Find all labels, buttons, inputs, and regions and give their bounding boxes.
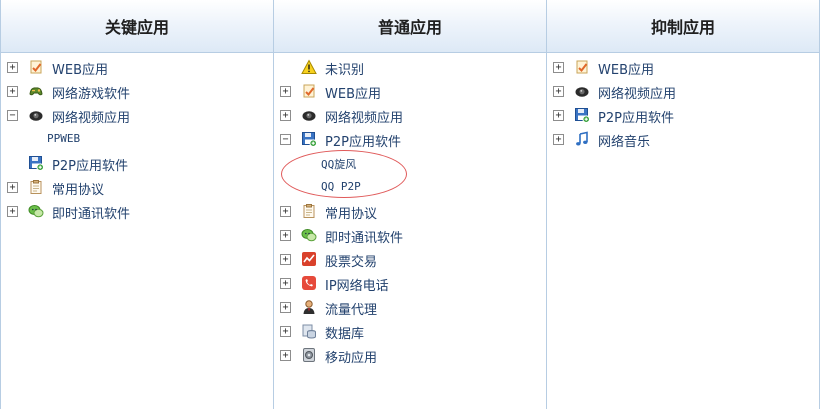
tree-item-label[interactable]: QQ旋风 <box>321 156 356 172</box>
tree-item-label[interactable]: 未识别 <box>325 59 364 78</box>
tree-item-label[interactable]: 股票交易 <box>325 251 377 270</box>
game-icon <box>28 83 44 99</box>
chat-icon <box>301 227 317 243</box>
tree-item-label[interactable]: WEB应用 <box>598 59 654 78</box>
expand-toggle[interactable]: + <box>280 206 291 217</box>
tree-item-label[interactable]: 移动应用 <box>325 347 377 366</box>
note-check-icon <box>28 59 44 75</box>
expand-toggle[interactable]: + <box>7 206 18 217</box>
tree-row: + 股票交易 <box>274 248 546 270</box>
tree-item-label[interactable]: 网络视频应用 <box>598 83 676 102</box>
expand-toggle[interactable]: + <box>553 86 564 97</box>
tree-item-label[interactable]: 常用协议 <box>52 179 104 198</box>
tree-item-label[interactable]: 网络音乐 <box>598 131 650 150</box>
column-suppressed-apps: 抑制应用 + WEB应用 + 网络视频应用 + P2P应用软件 + 网络音乐 <box>547 0 820 409</box>
camera-icon <box>28 107 44 123</box>
user-proxy-icon <box>301 299 317 315</box>
tree-row: + 网络游戏软件 <box>1 80 273 102</box>
note-check-icon <box>301 83 317 99</box>
tree-row: − P2P应用软件 <box>274 128 546 150</box>
clipboard-icon <box>28 179 44 195</box>
tree-row: + IP网络电话 <box>274 272 546 294</box>
mobile-icon <box>301 347 317 363</box>
tree-row: 未识别 <box>274 56 546 78</box>
tree-row: + 流量代理 <box>274 296 546 318</box>
expand-toggle[interactable]: + <box>7 86 18 97</box>
tree-item-label[interactable]: 即时通讯软件 <box>325 227 403 246</box>
expand-toggle[interactable]: + <box>280 302 291 313</box>
tree-row: + 常用协议 <box>274 200 546 222</box>
column-key-apps: 关键应用 + WEB应用 + 网络游戏软件 − 网络视频应用 PPWEB P2P应用软件 + 常用… <box>0 0 274 409</box>
tree-row: + 网络视频应用 <box>547 80 819 102</box>
tree-row: QQ P2P <box>274 176 546 198</box>
tree-row: + P2P应用软件 <box>547 104 819 126</box>
expand-toggle[interactable]: + <box>280 86 291 97</box>
tree-item-label[interactable]: 常用协议 <box>325 203 377 222</box>
tree-row: + 常用协议 <box>1 176 273 198</box>
tree-item-label[interactable]: P2P应用软件 <box>52 155 128 174</box>
tree-row: P2P应用软件 <box>1 152 273 174</box>
phone-icon <box>301 275 317 291</box>
tree-row: + WEB应用 <box>274 80 546 102</box>
expand-toggle[interactable]: + <box>7 62 18 73</box>
floppy-icon <box>301 131 317 147</box>
tree-row: + 网络音乐 <box>547 128 819 150</box>
tree-item-label[interactable]: 数据库 <box>325 323 364 342</box>
tree-row: QQ旋风 <box>274 152 546 174</box>
app-classification-panel: 关键应用 + WEB应用 + 网络游戏软件 − 网络视频应用 PPWEB P2P应用软件 + 常用… <box>0 0 820 409</box>
tree-item-label[interactable]: 网络视频应用 <box>52 107 130 126</box>
column-normal-apps: 普通应用 未识别 + WEB应用 + 网络视频应用 − P2P应用软件 QQ旋风 QQ P2P +… <box>274 0 547 409</box>
tree-item-label[interactable]: QQ P2P <box>321 180 361 193</box>
tree-item-label[interactable]: 网络视频应用 <box>325 107 403 126</box>
note-check-icon <box>574 59 590 75</box>
expand-toggle[interactable]: + <box>7 182 18 193</box>
expand-toggle[interactable]: + <box>280 278 291 289</box>
camera-icon <box>574 83 590 99</box>
expand-toggle[interactable]: + <box>280 350 291 361</box>
floppy-icon <box>28 155 44 171</box>
stock-chart-icon <box>301 251 317 267</box>
expand-toggle[interactable]: + <box>280 230 291 241</box>
column-header: 抑制应用 <box>547 0 819 53</box>
expand-toggle[interactable]: + <box>553 110 564 121</box>
tree-row: + 网络视频应用 <box>274 104 546 126</box>
tree-row: PPWEB <box>1 128 273 150</box>
tree-item-label[interactable]: WEB应用 <box>325 83 381 102</box>
tree-item-label[interactable]: WEB应用 <box>52 59 108 78</box>
database-icon <box>301 323 317 339</box>
chat-icon <box>28 203 44 219</box>
expand-toggle[interactable]: + <box>553 62 564 73</box>
tree-row: + 即时通讯软件 <box>274 224 546 246</box>
music-note-icon <box>574 131 590 147</box>
camera-icon <box>301 107 317 123</box>
floppy-icon <box>574 107 590 123</box>
tree-item-label[interactable]: IP网络电话 <box>325 275 389 294</box>
tree-item-label[interactable]: 流量代理 <box>325 299 377 318</box>
tree-row: − 网络视频应用 <box>1 104 273 126</box>
tree-item-label[interactable]: P2P应用软件 <box>598 107 674 126</box>
expand-toggle[interactable]: + <box>280 326 291 337</box>
column-header: 普通应用 <box>274 0 546 53</box>
expand-toggle[interactable]: + <box>280 254 291 265</box>
expand-toggle[interactable]: + <box>553 134 564 145</box>
tree-row: + 数据库 <box>274 320 546 342</box>
tree-item-label[interactable]: 即时通讯软件 <box>52 203 130 222</box>
tree-row: + 即时通讯软件 <box>1 200 273 222</box>
collapse-toggle[interactable]: − <box>7 110 18 121</box>
tree-row: + 移动应用 <box>274 344 546 366</box>
clipboard-icon <box>301 203 317 219</box>
column-header: 关键应用 <box>1 0 273 53</box>
tree-item-label[interactable]: 网络游戏软件 <box>52 83 130 102</box>
collapse-toggle[interactable]: − <box>280 134 291 145</box>
tree-row: + WEB应用 <box>547 56 819 78</box>
expand-toggle[interactable]: + <box>280 110 291 121</box>
tree-item-label[interactable]: P2P应用软件 <box>325 131 401 150</box>
warning-icon <box>301 59 317 75</box>
tree-row: + WEB应用 <box>1 56 273 78</box>
tree-item-label[interactable]: PPWEB <box>47 132 80 145</box>
